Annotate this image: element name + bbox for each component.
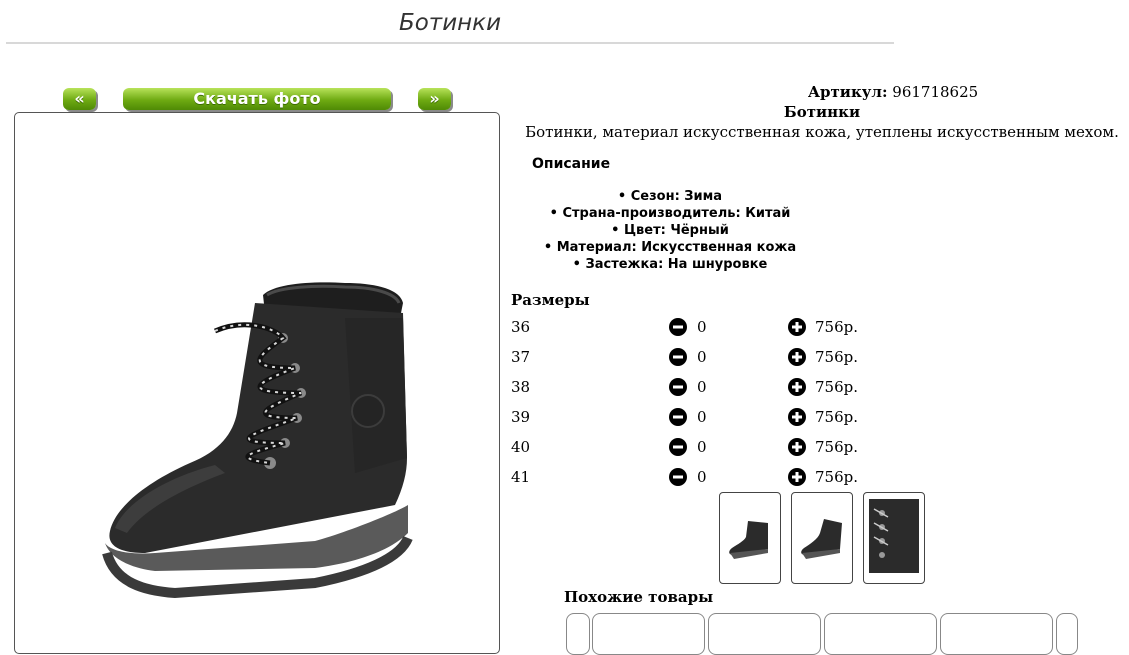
next-photo-button[interactable]: » [418, 88, 451, 110]
size-value: 39 [511, 408, 531, 426]
plus-circle-icon[interactable] [788, 468, 806, 486]
price-value: 756р. [815, 348, 859, 366]
similar-product-card[interactable] [940, 613, 1053, 655]
page-title: Ботинки [6, 10, 894, 44]
quantity-value: 0 [697, 438, 707, 456]
similar-product-card[interactable] [592, 613, 705, 655]
boot-closeup-thumbnail [869, 499, 919, 573]
quantity-value: 0 [697, 378, 707, 396]
size-row: 38 0 756р. [511, 378, 911, 408]
article-value: 961718625 [892, 83, 979, 101]
price-value: 756р. [815, 438, 859, 456]
article-label: Артикул: [807, 83, 888, 101]
feature-item: • Цвет: Чёрный [611, 223, 729, 238]
main-photo-frame[interactable] [14, 112, 500, 654]
thumbnail-1[interactable] [719, 492, 781, 584]
price-value: 756р. [815, 378, 859, 396]
quantity-value: 0 [697, 408, 707, 426]
plus-circle-icon[interactable] [788, 438, 806, 456]
similar-prev-arrow[interactable] [566, 613, 590, 655]
size-value: 40 [511, 438, 531, 456]
minus-circle-icon[interactable] [669, 348, 687, 366]
size-row: 37 0 756р. [511, 348, 911, 378]
similar-products-heading: Похожие товары [564, 588, 714, 606]
size-row: 36 0 756р. [511, 318, 911, 348]
minus-circle-icon[interactable] [669, 408, 687, 426]
quantity-value: 0 [697, 318, 707, 336]
plus-circle-icon[interactable] [788, 408, 806, 426]
sizes-heading: Размеры [511, 291, 590, 309]
price-value: 756р. [815, 468, 859, 486]
feature-item: • Застежка: На шнуровке [572, 257, 768, 272]
quantity-value: 0 [697, 468, 707, 486]
quantity-value: 0 [697, 348, 707, 366]
feature-list: • Сезон: Зима • Страна-производитель: Ки… [520, 188, 820, 273]
feature-item: • Материал: Искусственная кожа [543, 240, 797, 255]
size-value: 36 [511, 318, 531, 336]
download-photo-button[interactable]: Скачать фото [123, 88, 391, 110]
minus-circle-icon[interactable] [669, 438, 687, 456]
minus-circle-icon[interactable] [669, 318, 687, 336]
description-heading: Описание [532, 156, 611, 172]
prev-photo-button[interactable]: « [63, 88, 96, 110]
thumbnail-3[interactable] [863, 492, 925, 584]
thumbnail-2[interactable] [791, 492, 853, 584]
plus-circle-icon[interactable] [788, 378, 806, 396]
minus-circle-icon[interactable] [669, 468, 687, 486]
boot-photo [102, 282, 413, 599]
plus-circle-icon[interactable] [788, 348, 806, 366]
minus-circle-icon[interactable] [669, 378, 687, 396]
size-value: 37 [511, 348, 531, 366]
size-value: 41 [511, 468, 531, 486]
price-value: 756р. [815, 408, 859, 426]
size-value: 38 [511, 378, 531, 396]
size-row: 40 0 756р. [511, 438, 911, 468]
boot-thumbnail [729, 521, 768, 559]
feature-item: • Сезон: Зима [617, 189, 723, 204]
feature-item: • Страна-производитель: Китай [549, 206, 791, 221]
similar-product-card[interactable] [708, 613, 821, 655]
size-row: 39 0 756р. [511, 408, 911, 438]
similar-next-arrow[interactable] [1056, 613, 1078, 655]
boot-thumbnail [801, 519, 842, 559]
similar-product-card[interactable] [824, 613, 937, 655]
article-line: Артикул: 961718625 [512, 83, 1129, 101]
plus-circle-icon[interactable] [788, 318, 806, 336]
price-value: 756р. [815, 318, 859, 336]
product-name: Ботинки [783, 103, 861, 121]
product-short-description: Ботинки, материал искусственная кожа, ут… [525, 123, 1119, 141]
